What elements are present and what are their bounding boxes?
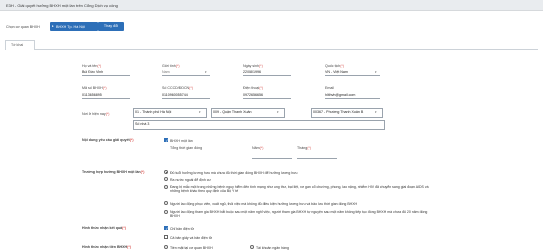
receive-section-label: Hình thức nhận kết quả(*): [82, 226, 126, 230]
ward-value: 00367 - Phường Thanh Xuân B: [313, 110, 364, 114]
agency-dropdown-icon: ▸: [52, 24, 54, 28]
nationality-underline: [325, 75, 380, 76]
id-underline: [162, 98, 210, 99]
province-value: 01 - Thành phố Hà Nội: [135, 110, 172, 114]
street-input[interactable]: [133, 120, 385, 130]
case-option-2: Ra nước ngoài để định cư: [170, 177, 211, 182]
gender-label: Giới tính(*): [162, 64, 180, 68]
receive-paper-checkbox[interactable]: [164, 235, 168, 239]
bhxh-once-checkbox[interactable]: [164, 138, 169, 144]
phone-underline: [243, 98, 291, 99]
receive-electronic-label: Chỉ bản điện tử: [170, 226, 194, 231]
dob-label: Ngày sinh(*): [243, 64, 263, 68]
bhxh-field[interactable]: 0113656895: [82, 93, 102, 97]
cases-section-label: Trường hợp hưởng BHXH một lần(*): [82, 170, 145, 174]
case-option-4: Người lao động phục viên, xuất ngũ, thôi…: [170, 201, 358, 206]
province-chevron-down-icon: ▾: [199, 110, 201, 114]
nationality-chevron-down-icon: ▾: [375, 70, 377, 74]
tab-to-khai-label: Tờ khai: [11, 42, 24, 47]
id-field[interactable]: 0110960055744: [162, 93, 188, 97]
case-radio-4[interactable]: [164, 201, 168, 205]
case-radio-1[interactable]: [164, 170, 168, 174]
payment-bank-label: Tài khoản ngân hàng: [256, 245, 289, 250]
email-label: Email: [325, 86, 334, 90]
month-input[interactable]: [297, 158, 337, 159]
name-label: Họ và tên(*): [82, 64, 102, 68]
dob-underline: [243, 75, 291, 76]
dob-field[interactable]: 22/08/1996: [243, 70, 261, 74]
request-section-label: Nội dung yêu cầu giải quyết(*): [82, 138, 134, 142]
year-label: Năm(*): [252, 146, 264, 150]
bhxh-underline: [82, 98, 130, 99]
case-radio-5[interactable]: [164, 210, 168, 214]
street-value: Số nhà 3: [135, 122, 150, 126]
payment-bank-radio[interactable]: [250, 245, 254, 249]
case-radio-2[interactable]: [164, 177, 168, 181]
case-option-3: Đang bị mắc một trong những bệnh nguy hi…: [170, 184, 429, 194]
payment-cash-label: Tiền mặt tại cơ quan BHXH: [170, 245, 213, 250]
district-value: 009 - Quận Thanh Xuân: [213, 110, 252, 114]
district-chevron-down-icon: ▾: [277, 110, 279, 114]
phone-label: Điện thoại(*): [243, 86, 263, 90]
month-label: Tháng(*): [297, 146, 311, 150]
name-field[interactable]: Bùi Đức Vinh: [82, 70, 103, 74]
gender-underline: [162, 75, 210, 76]
receive-paper-label: Cả bản giấy và bản điện tử: [170, 235, 213, 240]
payment-cash-radio[interactable]: [164, 245, 168, 249]
name-underline: [82, 75, 130, 76]
agency-selected: BHXH Tp. Hà Nội: [56, 24, 85, 29]
case-option-5: Người lao động tham gia BHXH bắt buộc sa…: [170, 209, 428, 219]
address-label: Nơi ở hiện nay(*): [82, 112, 110, 116]
email-underline: [325, 98, 380, 99]
gender-select[interactable]: Nam: [162, 70, 170, 74]
nationality-label: Quốc tịch(*): [325, 64, 344, 68]
nationality-select[interactable]: VN - Việt Nam: [325, 70, 348, 74]
page-title: E3H - Giải quyết hưởng BHXH một lần trên…: [6, 2, 118, 8]
receive-electronic-checkbox[interactable]: [164, 226, 169, 232]
total-time-label: Tổng thời gian đóng: [170, 146, 203, 150]
year-input[interactable]: [252, 158, 292, 159]
ward-chevron-down-icon: ▾: [375, 110, 377, 114]
tab-bar: [5, 48, 538, 50]
bhxh-label: Mã số BHXH(*): [82, 86, 107, 90]
id-label: Số CCCD/ĐDCN(*): [162, 86, 193, 90]
payment-section-label: Hình thức nhận tiền BHXH(*): [82, 245, 131, 249]
gender-chevron-down-icon: ▾: [205, 70, 207, 74]
change-agency-button[interactable]: Thay đổi: [98, 22, 124, 31]
case-option-1: Đủ tuổi hưởng lương hưu mà chưa đủ thời …: [170, 170, 298, 175]
phone-field[interactable]: 0972656656: [243, 93, 263, 97]
case-radio-3[interactable]: [164, 185, 168, 189]
agency-label: Chọn cơ quan BHXH: [6, 25, 40, 29]
bhxh-once-label: BHXH một lần: [170, 138, 193, 143]
email-field[interactable]: hlithvh@gmail.com: [325, 93, 355, 97]
